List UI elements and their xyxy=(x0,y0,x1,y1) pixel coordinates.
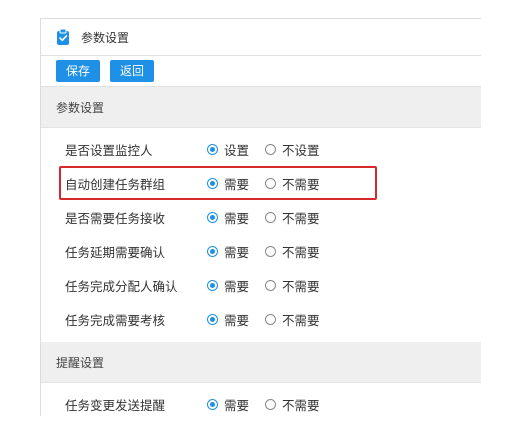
radio-option-yes[interactable]: 需要 xyxy=(207,395,249,414)
radio-unselected-icon xyxy=(265,313,277,325)
setting-row-assessment: 任务完成需要考核 需要 不需要 xyxy=(41,302,481,336)
radio-option-yes[interactable]: 设置 xyxy=(207,140,249,159)
radio-option-yes[interactable]: 需要 xyxy=(207,276,249,295)
clipboard-check-icon xyxy=(54,28,72,46)
section-header-reminders: 提醒设置 xyxy=(41,342,481,383)
radio-unselected-icon xyxy=(265,211,277,223)
radio-selected-icon xyxy=(207,313,218,325)
radio-option-no[interactable]: 不需要 xyxy=(265,395,320,414)
radio-option-yes[interactable]: 需要 xyxy=(207,208,249,227)
panel-title: 参数设置 xyxy=(81,30,130,45)
radio-option-no[interactable]: 不需要 xyxy=(265,310,320,329)
setting-row-assigner-confirm: 任务完成分配人确认 需要 不需要 xyxy=(41,268,481,302)
radio-selected-icon xyxy=(207,398,218,410)
radio-selected-icon xyxy=(207,279,218,291)
radio-option-no[interactable]: 不设置 xyxy=(265,140,320,159)
radio-unselected-icon xyxy=(265,143,277,155)
params-rows: 是否设置监控人 设置 不设置 自动创建任务群组 需要 不需要 是否需要任务接收 … xyxy=(41,128,481,336)
setting-row-delay-confirm: 任务延期需要确认 需要 不需要 xyxy=(41,234,481,268)
setting-row-monitor: 是否设置监控人 设置 不设置 xyxy=(41,132,481,166)
panel-titlebar: 参数设置 xyxy=(41,19,481,56)
radio-unselected-icon xyxy=(265,398,277,410)
radio-option-no[interactable]: 不需要 xyxy=(265,242,320,261)
setting-label: 自动创建任务群组 xyxy=(65,176,166,192)
radio-selected-icon xyxy=(207,143,218,155)
radio-option-no[interactable]: 不需要 xyxy=(265,174,320,193)
setting-label: 任务变更发送提醒 xyxy=(65,397,166,413)
setting-label: 任务延期需要确认 xyxy=(65,244,166,260)
toolbar: 保存 返回 xyxy=(41,56,481,87)
radio-unselected-icon xyxy=(265,177,277,189)
radio-unselected-icon xyxy=(265,245,277,257)
setting-label: 任务完成需要考核 xyxy=(65,312,166,328)
setting-label: 是否设置监控人 xyxy=(65,142,153,158)
setting-label: 任务完成分配人确认 xyxy=(65,278,178,294)
setting-label: 是否需要任务接收 xyxy=(65,210,166,226)
setting-row-auto-group: 自动创建任务群组 需要 不需要 xyxy=(41,166,481,200)
save-button[interactable]: 保存 xyxy=(56,60,101,82)
back-button[interactable]: 返回 xyxy=(110,60,155,82)
radio-option-yes[interactable]: 需要 xyxy=(207,242,249,261)
radio-selected-icon xyxy=(207,245,218,257)
setting-row-change-reminder: 任务变更发送提醒 需要 不需要 xyxy=(41,387,481,416)
section-header-params: 参数设置 xyxy=(41,87,481,128)
radio-option-yes[interactable]: 需要 xyxy=(207,310,249,329)
radio-option-no[interactable]: 不需要 xyxy=(265,208,320,227)
radio-selected-icon xyxy=(207,177,218,189)
radio-option-yes[interactable]: 需要 xyxy=(207,174,249,193)
radio-option-no[interactable]: 不需要 xyxy=(265,276,320,295)
reminder-rows: 任务变更发送提醒 需要 不需要 xyxy=(41,383,481,416)
radio-unselected-icon xyxy=(265,279,277,291)
settings-panel: 参数设置 保存 返回 参数设置 是否设置监控人 设置 不设置 自动创建任务群组 … xyxy=(40,18,481,416)
setting-row-task-receive: 是否需要任务接收 需要 不需要 xyxy=(41,200,481,234)
radio-selected-icon xyxy=(207,211,218,223)
